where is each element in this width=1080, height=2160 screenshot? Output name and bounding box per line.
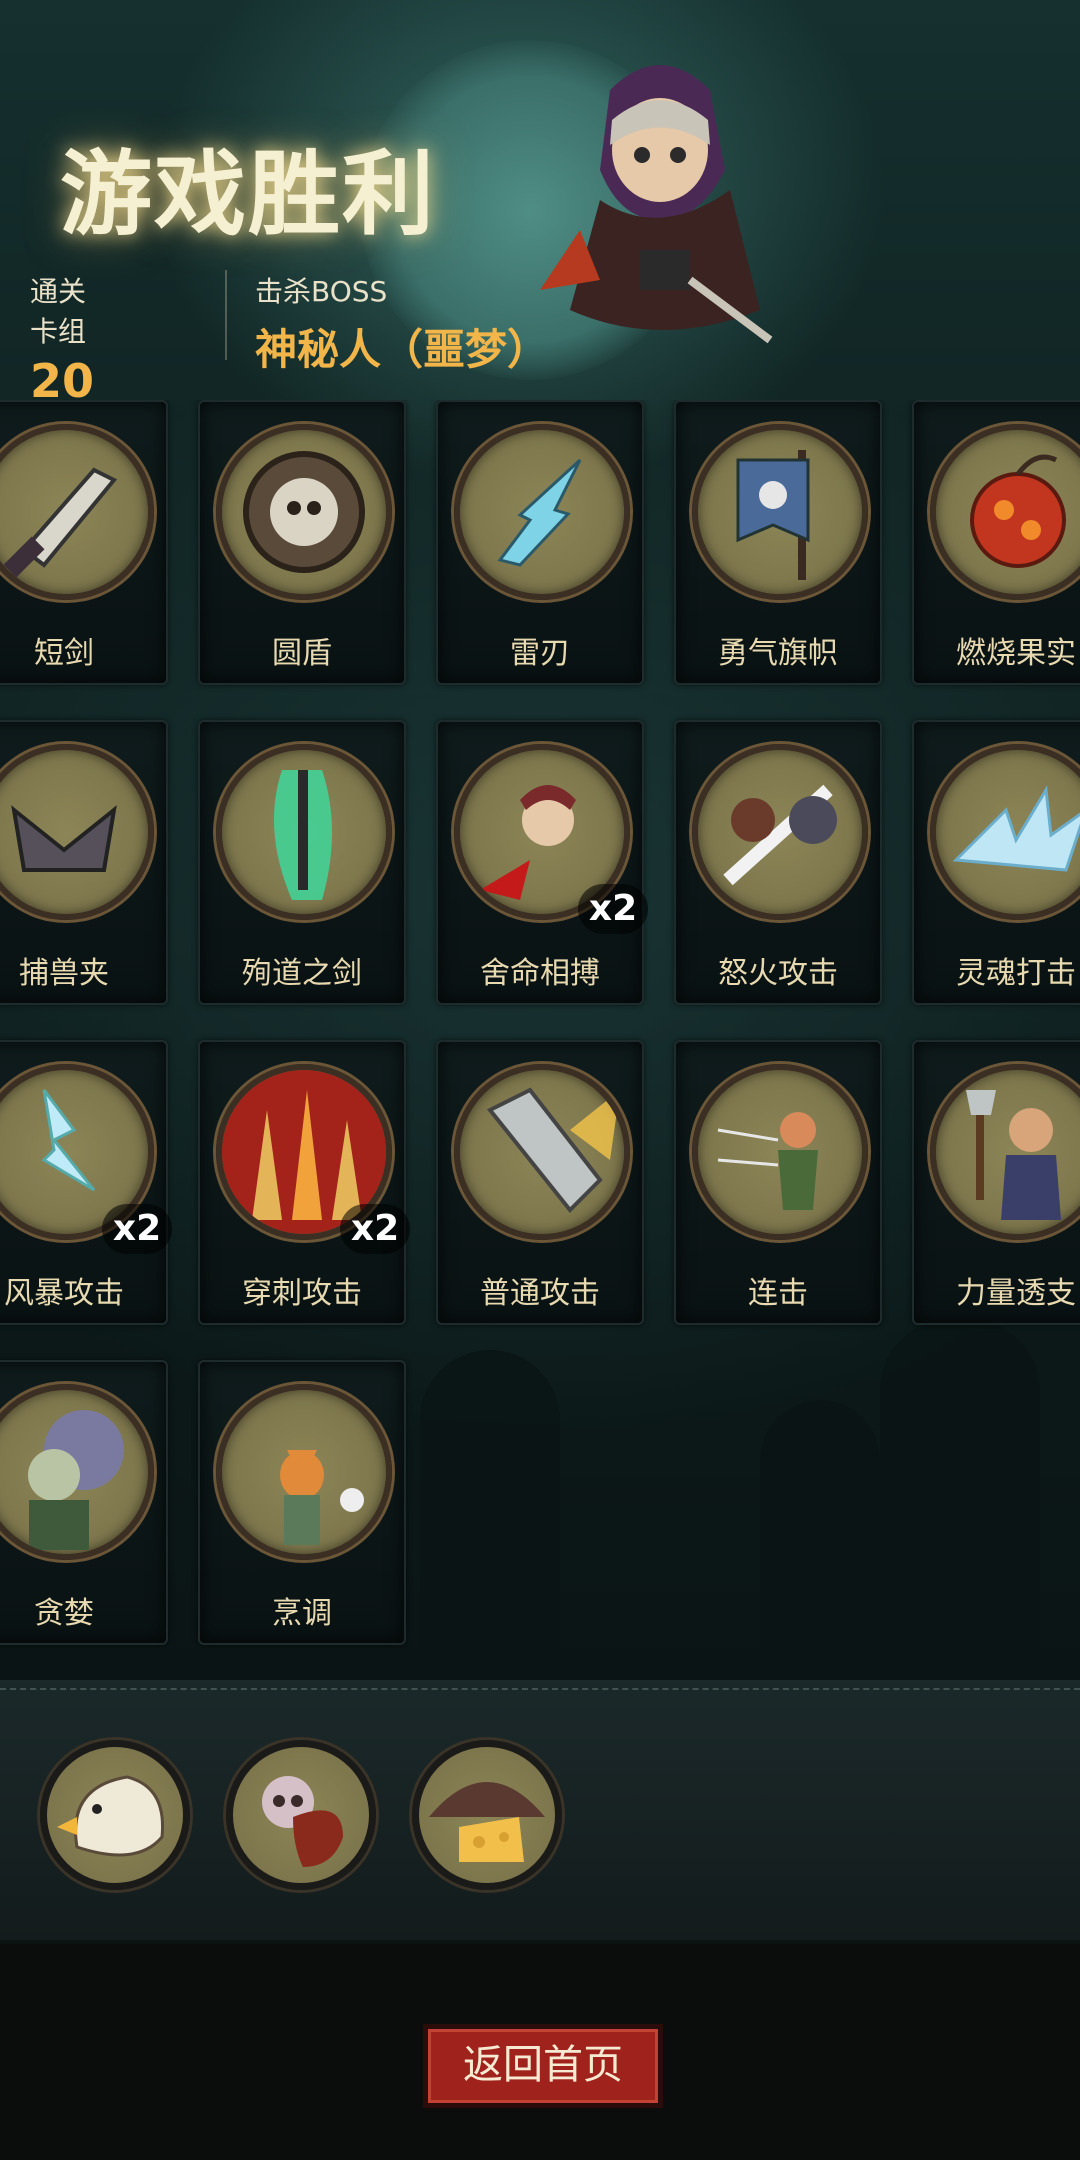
card-name: 力量透支: [956, 1276, 1076, 1311]
power-overdraw-icon: [930, 1064, 1080, 1240]
card-name: 穿刺攻击: [242, 1276, 362, 1311]
card-name: 灵魂打击: [956, 956, 1076, 991]
card-item[interactable]: 风暴攻击 x2: [0, 1040, 172, 1325]
card-name: 短剑: [34, 636, 94, 671]
card-name: 捕兽夹: [19, 956, 109, 991]
count-badge: x2: [340, 1204, 410, 1254]
count-badge: x2: [102, 1204, 172, 1254]
section-divider: [0, 1688, 1080, 1690]
card-name: 殉道之剑: [242, 956, 362, 991]
skull-heart-icon[interactable]: [226, 1740, 376, 1890]
card-name: 风暴攻击: [4, 1276, 124, 1311]
card-item[interactable]: 舍命相搏 x2: [436, 720, 648, 1005]
boss-name: 神秘人（噩梦）: [255, 325, 550, 374]
card-item[interactable]: 短剑: [0, 400, 168, 685]
card-item[interactable]: 圆盾: [198, 400, 406, 685]
card-item[interactable]: 勇气旗帜: [674, 400, 882, 685]
card-item[interactable]: 雷刃: [436, 400, 644, 685]
card-name: 舍命相搏: [480, 956, 600, 991]
card-item[interactable]: 殉道之剑: [198, 720, 406, 1005]
page-title: 游戏胜利: [60, 140, 437, 248]
card-item[interactable]: 贪婪: [0, 1360, 168, 1645]
martyr-sword-icon: [216, 744, 392, 920]
combo-icon: [692, 1064, 868, 1240]
card-item[interactable]: 力量透支: [912, 1040, 1080, 1325]
card-name: 怒火攻击: [718, 956, 838, 991]
card-item[interactable]: 连击: [674, 1040, 882, 1325]
courage-banner-icon: [692, 424, 868, 600]
card-item[interactable]: 穿刺攻击 x2: [198, 1040, 410, 1325]
card-name: 连击: [748, 1276, 808, 1311]
card-item[interactable]: 怒火攻击: [674, 720, 882, 1005]
short-sword-icon: [0, 424, 154, 600]
card-name: 普通攻击: [480, 1276, 600, 1311]
thunder-blade-icon: [454, 424, 630, 600]
normal-attack-icon: [454, 1064, 630, 1240]
card-name: 贪婪: [34, 1596, 94, 1631]
card-grid: 短剑 圆盾 雷刃 勇气旗帜 燃烧果实 捕兽夹 殉道之剑 舍命相搏 x2 怒火攻击…: [0, 400, 1080, 1660]
hero-character-icon: [540, 50, 780, 350]
card-name: 勇气旗帜: [718, 636, 838, 671]
card-item[interactable]: 燃烧果实: [912, 400, 1080, 685]
card-name: 雷刃: [510, 636, 570, 671]
card-item[interactable]: 烹调: [198, 1360, 406, 1645]
count-badge: x2: [578, 884, 648, 934]
soul-strike-icon: [930, 744, 1080, 920]
card-item[interactable]: 捕兽夹: [0, 720, 168, 1005]
card-item[interactable]: 灵魂打击: [912, 720, 1080, 1005]
burning-fruit-icon: [930, 424, 1080, 600]
eagle-icon[interactable]: [40, 1740, 190, 1890]
cooking-icon: [216, 1384, 392, 1560]
card-name: 烹调: [272, 1596, 332, 1631]
deck-label: 通关卡组: [30, 275, 87, 348]
boss-stat: 击杀BOSS 神秘人（噩梦）: [225, 270, 549, 374]
boss-label: 击杀BOSS: [255, 275, 388, 308]
greed-icon: [0, 1384, 154, 1560]
bear-trap-icon: [0, 744, 154, 920]
mouse-cheese-icon[interactable]: [412, 1740, 562, 1890]
return-home-button[interactable]: 返回首页: [423, 2024, 663, 2108]
card-name: 圆盾: [272, 636, 332, 671]
rage-attack-icon: [692, 744, 868, 920]
round-shield-icon: [216, 424, 392, 600]
card-name: 燃烧果实: [956, 636, 1076, 671]
card-item[interactable]: 普通攻击: [436, 1040, 644, 1325]
